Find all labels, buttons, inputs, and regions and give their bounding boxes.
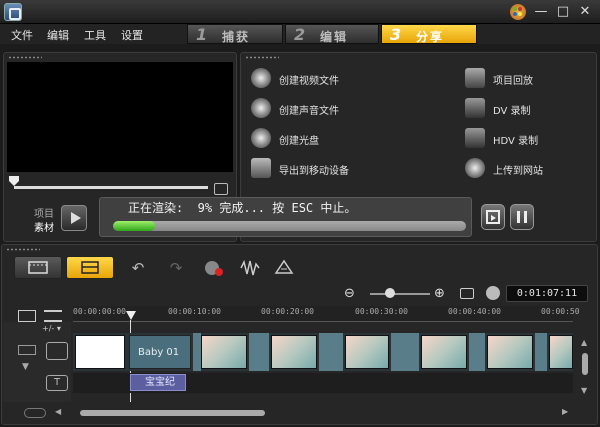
ruler-tick-label: 00:00:50 [541, 307, 580, 316]
video-clip[interactable] [421, 335, 467, 369]
scroll-up-icon[interactable]: ▲ [581, 338, 587, 347]
panel-grip [8, 56, 42, 59]
panel-grip [6, 248, 40, 251]
option-label: 项目回放 [493, 76, 533, 87]
ruler-tick-label: 00:00:30:00 [355, 307, 408, 316]
scrub-handle[interactable] [9, 176, 19, 186]
mode-clip-label[interactable]: 素材 [34, 219, 54, 234]
zoom-slider-knob[interactable] [385, 288, 395, 298]
collapse-icon[interactable]: ▼ [22, 362, 29, 372]
menu-tools[interactable]: 工具 [84, 27, 106, 43]
scroll-down-icon[interactable]: ▼ [581, 386, 587, 395]
color-palette-icon[interactable] [510, 4, 526, 20]
tab-share[interactable]: 3 分享 [381, 24, 477, 44]
video-clip[interactable] [345, 335, 389, 369]
scrub-bar[interactable] [14, 186, 208, 189]
menu-edit[interactable]: 编辑 [47, 27, 69, 43]
tab-capture[interactable]: 1 捕获 [187, 24, 283, 44]
step-label: 分享 [416, 30, 445, 44]
mode-project-label[interactable]: 项目 [34, 205, 54, 220]
video-clip[interactable] [549, 335, 573, 369]
option-label: 创建光盘 [279, 136, 319, 147]
zoom-in-icon[interactable]: ⊕ [434, 286, 445, 301]
horizontal-scrollbar[interactable] [80, 410, 265, 416]
render-progress-bar [113, 221, 466, 231]
video-clip[interactable] [201, 335, 247, 369]
option-label: 上传到网站 [493, 166, 543, 177]
option-label: DV 录制 [493, 106, 531, 117]
menu-settings[interactable]: 设置 [121, 27, 143, 43]
timeline-ruler[interactable]: 00:00:00:00 00:00:10:00 00:00:20:00 00:0… [73, 306, 580, 322]
step-number: 3 [390, 25, 402, 44]
fit-project-icon[interactable] [460, 288, 474, 299]
ruler-tick-label: 00:00:00:00 [73, 307, 126, 316]
scroll-left-icon[interactable]: ◀ [55, 407, 61, 416]
redo-icon[interactable]: ↷ [166, 259, 186, 277]
hdv-camera-icon [465, 128, 485, 148]
audio-disc-icon [251, 98, 271, 118]
timeline-icon [81, 261, 99, 274]
maximize-button[interactable]: □ [554, 3, 572, 21]
preview-screen [7, 62, 233, 172]
close-button[interactable]: ✕ [576, 3, 594, 21]
step-number: 1 [196, 25, 208, 44]
preview-toggle-button[interactable] [481, 204, 505, 230]
app-logo-icon [4, 3, 22, 21]
option-label: 创建声音文件 [279, 106, 339, 117]
playback-icon [465, 68, 485, 88]
pause-button[interactable] [510, 204, 534, 230]
globe-icon [465, 158, 485, 178]
add-track-icon[interactable]: +/- ▾ [42, 324, 61, 333]
video-clip[interactable] [271, 335, 317, 369]
undo-icon[interactable]: ↶ [128, 259, 148, 277]
minimize-button[interactable]: — [532, 3, 550, 21]
step-label: 捕获 [222, 30, 251, 44]
timecode-display[interactable]: 0:01:07:11 [506, 285, 588, 302]
vertical-scrollbar[interactable] [582, 353, 588, 375]
zoom-slider[interactable] [370, 293, 430, 295]
step-number: 2 [294, 25, 306, 44]
play-button[interactable] [61, 205, 87, 231]
video-clip[interactable]: Baby 01 [129, 335, 191, 369]
video-clip[interactable] [75, 335, 125, 369]
zoom-out-icon[interactable]: ⊖ [344, 286, 355, 301]
filmstrip-icon [28, 261, 48, 274]
ruler-tick-label: 00:00:40:00 [448, 307, 501, 316]
tab-edit[interactable]: 2 编辑 [285, 24, 379, 44]
title-clip[interactable]: 宝宝纪 [130, 374, 186, 391]
render-status-text: 正在渲染: 9% 完成... 按 ESC 中止。 [128, 201, 357, 215]
zoom-timeline-icon[interactable] [24, 408, 46, 418]
video-clip[interactable] [487, 335, 533, 369]
panel-grip [245, 56, 279, 59]
option-label: 创建视频文件 [279, 76, 339, 87]
auto-music-icon[interactable] [274, 259, 294, 277]
scroll-right-icon[interactable]: ▶ [562, 407, 568, 416]
video-track-icon [46, 342, 68, 360]
option-label: HDV 录制 [493, 136, 539, 147]
record-capture-icon[interactable] [204, 259, 224, 277]
option-label: 导出到移动设备 [279, 166, 349, 177]
ripple-edit-icon[interactable] [18, 345, 36, 355]
title-track-icon: T [46, 375, 68, 391]
pause-icon [517, 211, 527, 223]
ruler-tick-label: 00:00:20:00 [261, 307, 314, 316]
disc-icon [251, 128, 271, 148]
video-track: Baby 01 [73, 333, 573, 371]
clock-icon [486, 286, 500, 300]
storyboard-view-button[interactable] [14, 256, 62, 279]
chapter-list-icon[interactable] [44, 310, 62, 322]
fit-screen-icon[interactable] [214, 183, 228, 195]
film-reel-icon [251, 68, 271, 88]
playhead[interactable] [126, 311, 136, 320]
dv-camera-icon [465, 98, 485, 118]
mobile-device-icon [251, 158, 271, 178]
render-progress-fill [113, 221, 156, 231]
ruler-tick-label: 00:00:10:00 [168, 307, 221, 316]
audio-mixer-icon[interactable] [240, 259, 260, 277]
track-manager-icon[interactable] [18, 310, 36, 322]
menu-file[interactable]: 文件 [11, 27, 33, 43]
preview-window-icon [486, 210, 500, 224]
timeline-view-button[interactable] [66, 256, 114, 279]
step-label: 编辑 [320, 30, 349, 44]
